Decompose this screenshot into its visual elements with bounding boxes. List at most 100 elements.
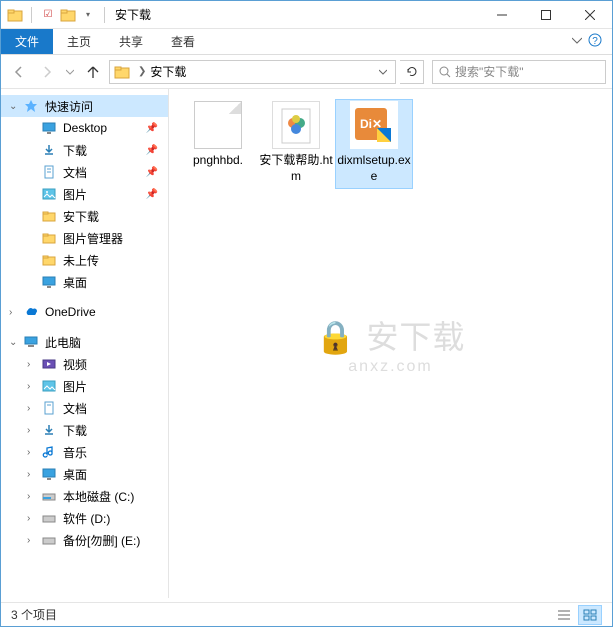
pin-icon: 📌	[146, 167, 158, 178]
address-bar[interactable]: ❯ 安下载	[109, 60, 396, 84]
address-dropdown-icon[interactable]	[375, 68, 391, 76]
statusbar: 3 个项目	[1, 602, 612, 626]
music-icon	[41, 444, 57, 460]
sidebar-item-music[interactable]: › 音乐	[1, 441, 168, 463]
tab-file[interactable]: 文件	[1, 29, 53, 54]
up-button[interactable]	[81, 60, 105, 84]
recent-dropdown[interactable]	[63, 60, 77, 84]
sidebar-item-downloads[interactable]: 下载 📌	[1, 139, 168, 161]
chevron-right-icon[interactable]: ›	[27, 491, 37, 502]
chevron-right-icon[interactable]: ›	[27, 381, 37, 392]
navbar: ❯ 安下载 搜索"安下载"	[1, 55, 612, 89]
forward-button[interactable]	[35, 60, 59, 84]
drive-icon	[41, 510, 57, 526]
sidebar-item-desktop2[interactable]: 桌面	[1, 271, 168, 293]
ribbon: 文件 主页 共享 查看 ?	[1, 29, 612, 55]
sidebar-item-documents2[interactable]: › 文档	[1, 397, 168, 419]
back-button[interactable]	[7, 60, 31, 84]
file-item[interactable]: 安下载帮助.htm	[257, 99, 335, 189]
refresh-button[interactable]	[400, 60, 424, 84]
tab-home[interactable]: 主页	[53, 29, 105, 54]
sidebar-item-label: 图片	[63, 186, 87, 203]
sidebar-item-videos[interactable]: › 视频	[1, 353, 168, 375]
titlebar: ☑ ▾ 安下载	[1, 1, 612, 29]
sidebar-item-anxiazai[interactable]: 安下载	[1, 205, 168, 227]
sidebar-item-label: 快速访问	[45, 98, 93, 115]
pin-icon: 📌	[146, 145, 158, 156]
help-icon[interactable]: ?	[588, 33, 602, 47]
address-segment[interactable]: 安下载	[150, 63, 186, 80]
sidebar-item-label: Desktop	[63, 121, 107, 135]
sidebar-item-label: 未上传	[63, 252, 99, 269]
window-title: 安下载	[115, 6, 151, 23]
folder-icon	[7, 7, 23, 23]
exe-file-icon: Di✕	[350, 101, 398, 149]
sidebar-item-label: 安下载	[63, 208, 99, 225]
qat-checkbox-icon[interactable]: ☑	[40, 7, 56, 23]
sidebar-item-picmgr[interactable]: 图片管理器	[1, 227, 168, 249]
sidebar-item-drive-d[interactable]: › 软件 (D:)	[1, 507, 168, 529]
tab-view[interactable]: 查看	[157, 29, 209, 54]
sidebar-item-pictures[interactable]: 图片 📌	[1, 183, 168, 205]
file-label: 安下载帮助.htm	[259, 153, 333, 184]
folder-icon-2	[60, 7, 76, 23]
file-item[interactable]: Di✕ dixmlsetup.exe	[335, 99, 413, 189]
maximize-button[interactable]	[524, 1, 568, 29]
sidebar-item-label: 文档	[63, 164, 87, 181]
search-input[interactable]: 搜索"安下载"	[432, 60, 606, 84]
chevron-right-icon[interactable]: ›	[27, 535, 37, 546]
computer-icon	[23, 334, 39, 350]
chevron-right-icon[interactable]: ›	[27, 359, 37, 370]
chevron-right-icon[interactable]: ›	[27, 513, 37, 524]
chevron-down-icon[interactable]: ⌄	[9, 337, 19, 348]
sidebar-item-onedrive[interactable]: › OneDrive	[1, 301, 168, 323]
close-button[interactable]	[568, 1, 612, 29]
chevron-right-icon[interactable]: ›	[27, 469, 37, 480]
sidebar-item-label: 软件 (D:)	[63, 510, 110, 527]
file-label: dixmlsetup.exe	[337, 153, 411, 184]
file-item[interactable]: pnghhbd.	[179, 99, 257, 189]
sidebar-item-notuploaded[interactable]: 未上传	[1, 249, 168, 271]
sidebar-item-label: 备份[勿删] (E:)	[63, 532, 140, 549]
sidebar-item-label: 下载	[63, 142, 87, 159]
chevron-right-icon[interactable]: ›	[27, 403, 37, 414]
sidebar-item-label: 视频	[63, 356, 87, 373]
video-icon	[41, 356, 57, 372]
chevron-right-icon[interactable]: ›	[27, 447, 37, 458]
sidebar-item-pictures2[interactable]: › 图片	[1, 375, 168, 397]
sidebar-item-desktop[interactable]: Desktop 📌	[1, 117, 168, 139]
sidebar-item-thispc[interactable]: ⌄ 此电脑	[1, 331, 168, 353]
minimize-button[interactable]	[480, 1, 524, 29]
svg-text:?: ?	[592, 36, 598, 47]
chevron-right-icon[interactable]: ›	[9, 307, 19, 318]
pictures-icon	[41, 378, 57, 394]
view-details-button[interactable]	[552, 605, 576, 625]
sidebar-item-label: 本地磁盘 (C:)	[63, 488, 134, 505]
tab-share[interactable]: 共享	[105, 29, 157, 54]
sidebar: ⌄ 快速访问 Desktop 📌 下载 📌 文档 📌 图片 📌 安下载	[1, 89, 169, 598]
view-icons-button[interactable]	[578, 605, 602, 625]
ribbon-expand-icon[interactable]	[572, 35, 582, 45]
sidebar-item-downloads2[interactable]: › 下载	[1, 419, 168, 441]
qat-dropdown-icon[interactable]: ▾	[80, 7, 96, 23]
sidebar-item-documents[interactable]: 文档 📌	[1, 161, 168, 183]
content-area[interactable]: 🔒 安下载 anxz.com pnghhbd. 安下载帮助.htm Di✕ di…	[169, 89, 612, 598]
sidebar-item-desktop3[interactable]: › 桌面	[1, 463, 168, 485]
sidebar-item-label: 文档	[63, 400, 87, 417]
drive-icon	[41, 532, 57, 548]
sidebar-item-drive-e[interactable]: › 备份[勿删] (E:)	[1, 529, 168, 551]
cloud-icon	[23, 304, 39, 320]
document-icon	[41, 400, 57, 416]
sidebar-item-label: 桌面	[63, 466, 87, 483]
file-label: pnghhbd.	[193, 153, 243, 169]
pin-icon: 📌	[146, 123, 158, 134]
chevron-down-icon[interactable]: ⌄	[9, 101, 19, 112]
desktop-icon	[41, 274, 57, 290]
sidebar-item-quick-access[interactable]: ⌄ 快速访问	[1, 95, 168, 117]
sidebar-item-drive-c[interactable]: › 本地磁盘 (C:)	[1, 485, 168, 507]
download-icon	[41, 142, 57, 158]
chevron-right-icon[interactable]: ❯	[134, 66, 150, 77]
chevron-right-icon[interactable]: ›	[27, 425, 37, 436]
search-placeholder: 搜索"安下载"	[455, 63, 524, 80]
star-icon	[23, 98, 39, 114]
